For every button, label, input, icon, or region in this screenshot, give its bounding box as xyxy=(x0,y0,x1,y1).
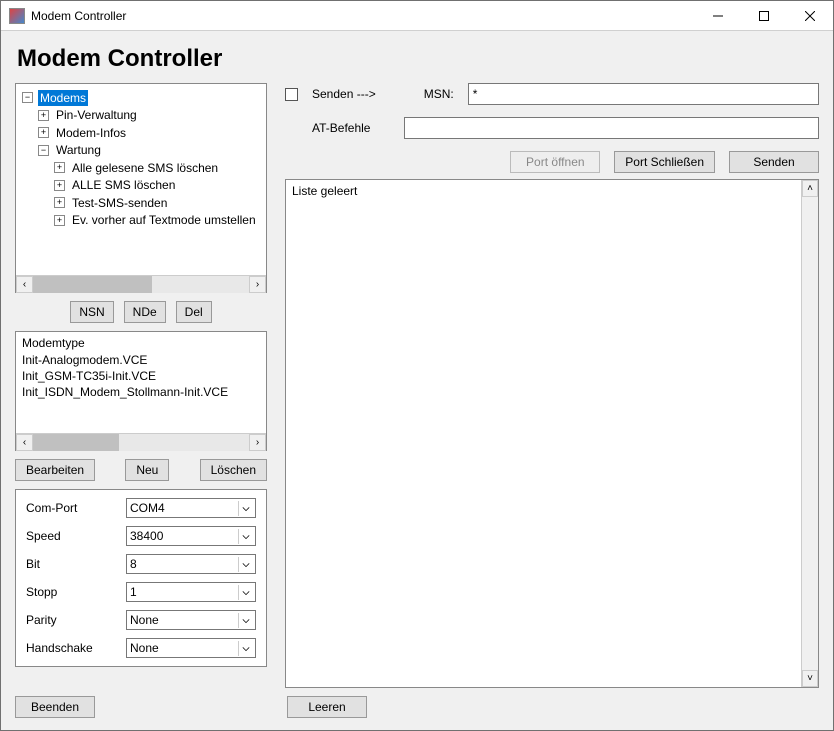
expand-icon[interactable] xyxy=(22,92,33,103)
at-input[interactable] xyxy=(404,117,819,139)
scroll-left-icon[interactable]: ‹ xyxy=(16,276,33,293)
log-vscrollbar[interactable]: ˄ ˅ xyxy=(801,180,818,687)
send-row: Senden ---> MSN: xyxy=(285,83,819,105)
left-column: Modems Pin-Verwaltung Modem-Infos Wartun… xyxy=(15,83,267,688)
tree-hscrollbar[interactable]: ‹ › xyxy=(16,275,266,292)
tree-item[interactable]: Alle gelesene SMS löschen xyxy=(54,160,220,176)
clear-button[interactable]: Leeren xyxy=(287,696,367,718)
page-title: Modem Controller xyxy=(17,45,819,73)
chevron-down-icon xyxy=(238,529,253,544)
port-panel: Com-Port COM4 Speed 38400 Bit 8 Stopp 1 Pari… xyxy=(15,489,267,667)
modemtype-hscrollbar[interactable]: ‹ › xyxy=(16,433,266,450)
modem-tree[interactable]: Modems Pin-Verwaltung Modem-Infos Wartun… xyxy=(16,84,266,275)
speed-combo[interactable]: 38400 xyxy=(126,526,256,546)
scroll-down-icon[interactable]: ˅ xyxy=(802,670,818,687)
handshake-label: Handschake xyxy=(26,641,116,655)
tree-item[interactable]: Wartung xyxy=(38,142,103,158)
bit-combo[interactable]: 8 xyxy=(126,554,256,574)
new-button[interactable]: Neu xyxy=(125,459,169,481)
tree-root-label: Modems xyxy=(38,90,88,106)
footer-row: Beenden Leeren xyxy=(15,696,819,718)
send-checkbox[interactable] xyxy=(285,88,298,101)
scroll-right-icon[interactable]: › xyxy=(249,434,266,451)
modemtype-header: Modemtype xyxy=(16,332,266,352)
stop-label: Stopp xyxy=(26,585,116,599)
list-item[interactable]: Init-Analogmodem.VCE xyxy=(22,352,260,368)
tree-panel: Modems Pin-Verwaltung Modem-Infos Wartun… xyxy=(15,83,267,293)
app-window: Modem Controller Modem Controller M xyxy=(0,0,834,731)
expand-icon[interactable] xyxy=(38,127,49,138)
minimize-button[interactable] xyxy=(695,1,741,30)
log-text: Liste geleert xyxy=(292,184,357,198)
mt-button-row: Bearbeiten Neu Löschen xyxy=(15,459,267,481)
scroll-thumb[interactable] xyxy=(33,276,152,293)
scroll-thumb[interactable] xyxy=(33,434,119,451)
tree-item[interactable]: ALLE SMS löschen xyxy=(54,177,177,193)
comport-label: Com-Port xyxy=(26,501,116,515)
nde-button[interactable]: NDe xyxy=(124,301,166,323)
speed-label: Speed xyxy=(26,529,116,543)
nsn-button[interactable]: NSN xyxy=(70,301,113,323)
expand-icon[interactable] xyxy=(54,162,65,173)
maximize-button[interactable] xyxy=(741,1,787,30)
port-open-button[interactable]: Port öffnen xyxy=(510,151,600,173)
expand-icon[interactable] xyxy=(38,145,49,156)
send-button[interactable]: Senden xyxy=(729,151,819,173)
msn-input[interactable] xyxy=(468,83,819,105)
parity-label: Parity xyxy=(26,613,116,627)
close-button[interactable] xyxy=(787,1,833,30)
at-label: AT-Befehle xyxy=(312,121,390,135)
scroll-left-icon[interactable]: ‹ xyxy=(16,434,33,451)
tree-button-row: NSN NDe Del xyxy=(15,301,267,323)
list-item[interactable]: Init_ISDN_Modem_Stollmann-Init.VCE xyxy=(22,384,260,400)
delete-button[interactable]: Löschen xyxy=(200,459,267,481)
chevron-down-icon xyxy=(238,501,253,516)
right-column: Senden ---> MSN: AT-Befehle Port öffnen … xyxy=(285,83,819,688)
chevron-down-icon xyxy=(238,557,253,572)
quit-button[interactable]: Beenden xyxy=(15,696,95,718)
log-output[interactable]: Liste geleert ˄ ˅ xyxy=(285,179,819,688)
expand-icon[interactable] xyxy=(54,180,65,191)
bit-label: Bit xyxy=(26,557,116,571)
tree-item[interactable]: Ev. vorher auf Textmode umstellen xyxy=(54,212,258,228)
expand-icon[interactable] xyxy=(38,110,49,121)
chevron-down-icon xyxy=(238,613,253,628)
tree-root[interactable]: Modems xyxy=(22,90,88,106)
modemtype-panel: Modemtype Init-Analogmodem.VCE Init_GSM-… xyxy=(15,331,267,451)
handshake-combo[interactable]: None xyxy=(126,638,256,658)
tree-item[interactable]: Modem-Infos xyxy=(38,125,128,141)
scroll-track[interactable] xyxy=(33,434,249,451)
scroll-right-icon[interactable]: › xyxy=(249,276,266,293)
expand-icon[interactable] xyxy=(54,197,65,208)
scroll-up-icon[interactable]: ˄ xyxy=(802,180,818,197)
scroll-track[interactable] xyxy=(802,197,818,670)
app-icon xyxy=(9,8,25,24)
del-button[interactable]: Del xyxy=(176,301,212,323)
window-title: Modem Controller xyxy=(31,9,695,23)
port-close-button[interactable]: Port Schließen xyxy=(614,151,715,173)
body: Modem Controller Modems P xyxy=(1,31,833,730)
stop-combo[interactable]: 1 xyxy=(126,582,256,602)
chevron-down-icon xyxy=(238,641,253,656)
modemtype-list[interactable]: Init-Analogmodem.VCE Init_GSM-TC35i-Init… xyxy=(16,352,266,433)
columns: Modems Pin-Verwaltung Modem-Infos Wartun… xyxy=(15,83,819,688)
list-item[interactable]: Init_GSM-TC35i-Init.VCE xyxy=(22,368,260,384)
expand-icon[interactable] xyxy=(54,215,65,226)
comport-combo[interactable]: COM4 xyxy=(126,498,256,518)
tree-item[interactable]: Pin-Verwaltung xyxy=(38,107,139,123)
titlebar: Modem Controller xyxy=(1,1,833,31)
parity-combo[interactable]: None xyxy=(126,610,256,630)
chevron-down-icon xyxy=(238,585,253,600)
at-row: AT-Befehle xyxy=(285,117,819,139)
send-checkbox-label: Senden ---> xyxy=(312,87,376,101)
edit-button[interactable]: Bearbeiten xyxy=(15,459,95,481)
tree-item[interactable]: Test-SMS-senden xyxy=(54,195,169,211)
msn-label: MSN: xyxy=(424,87,454,101)
window-buttons xyxy=(695,1,833,30)
port-button-row: Port öffnen Port Schließen Senden xyxy=(285,151,819,173)
scroll-track[interactable] xyxy=(33,276,249,293)
